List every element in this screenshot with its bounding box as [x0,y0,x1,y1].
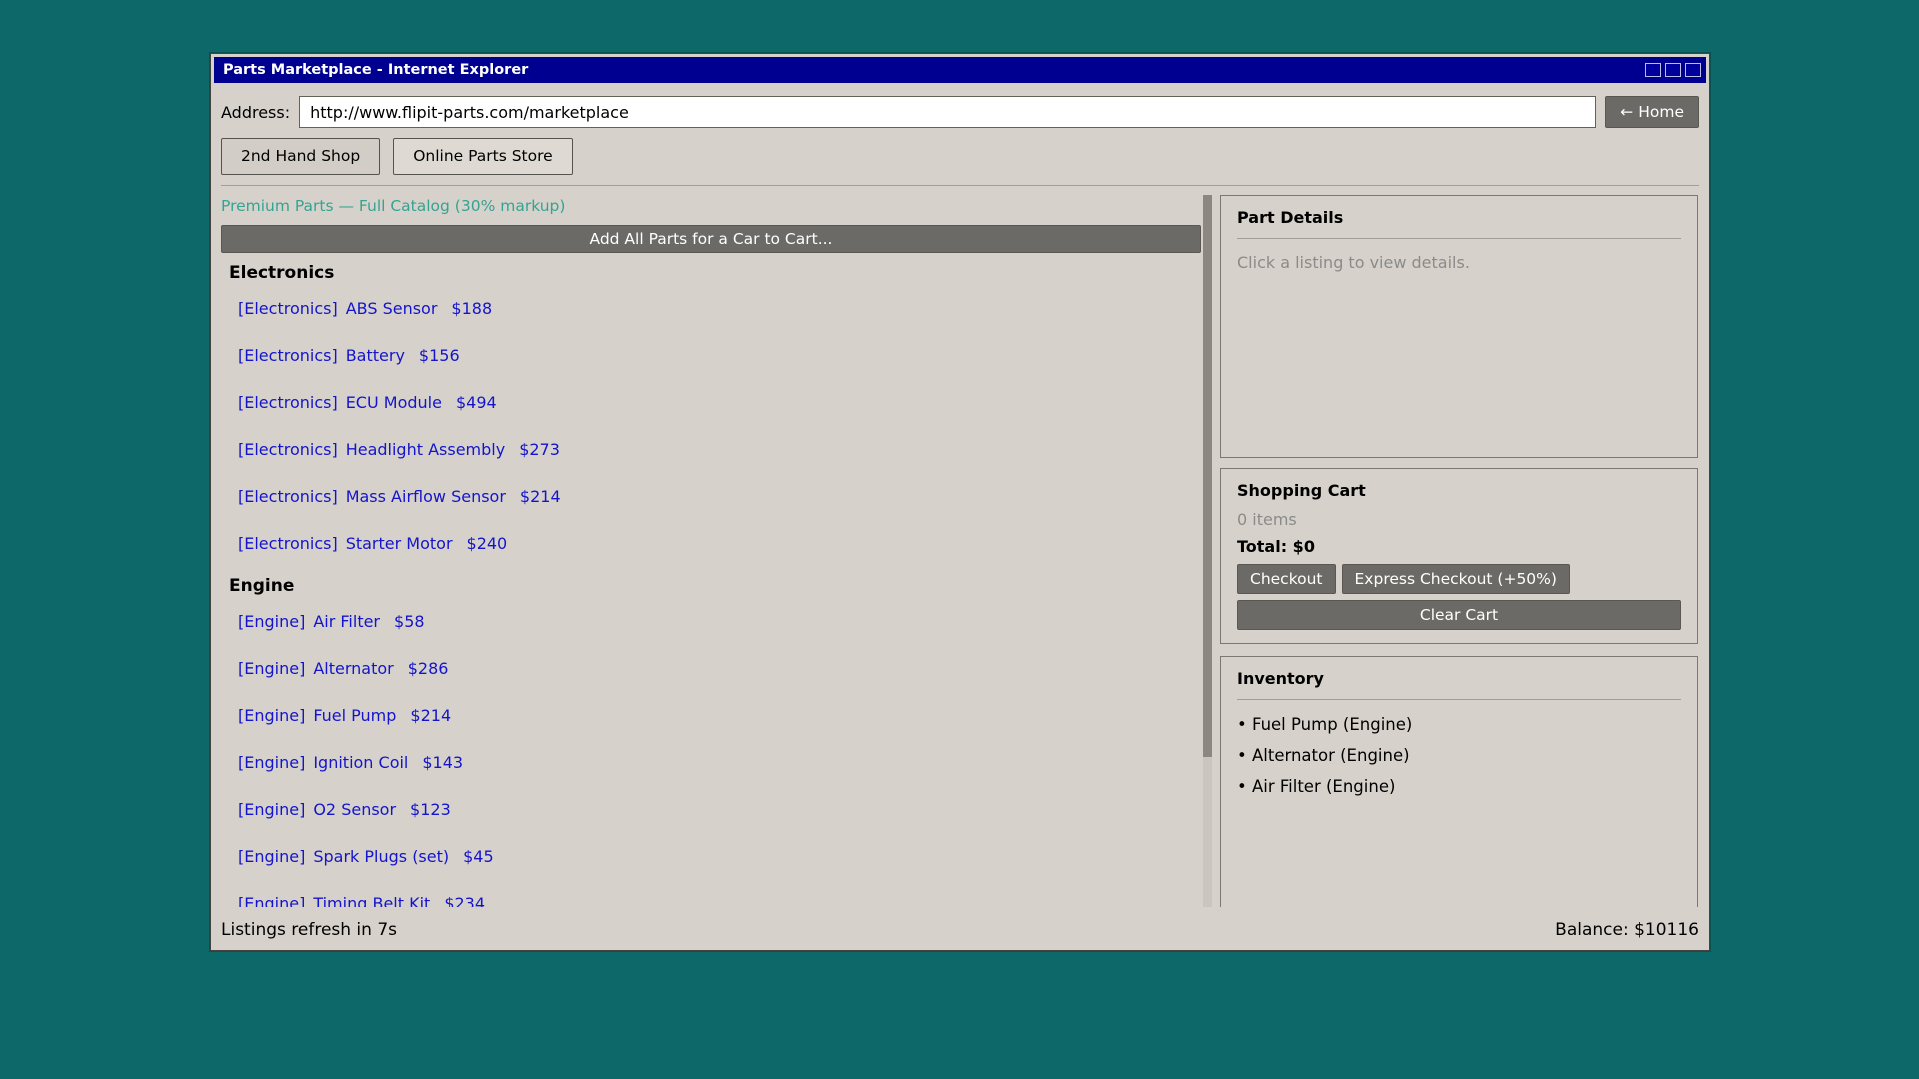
inventory-divider [1237,699,1681,700]
minimize-button[interactable] [1645,63,1661,77]
close-button[interactable] [1685,63,1701,77]
cart-buttons: Checkout Express Checkout (+50%) [1237,564,1681,594]
listing-name: Alternator [313,659,394,678]
listing-name: Fuel Pump [313,706,397,725]
listing-row[interactable]: [Engine] Spark Plugs (set) $45 [221,834,1201,881]
home-button[interactable]: ← Home [1605,96,1699,128]
listing-category: [Electronics] [238,487,338,506]
listing-row[interactable]: [Engine] Ignition Coil $143 [221,740,1201,787]
tab-online-parts-store[interactable]: Online Parts Store [393,138,573,175]
listing-price: $214 [410,706,452,725]
listing-category: [Engine] [238,800,306,819]
clear-cart-button[interactable]: Clear Cart [1237,600,1681,630]
listing-name: Headlight Assembly [345,440,506,459]
address-input[interactable] [299,96,1597,128]
listing-row[interactable]: [Engine] O2 Sensor $123 [221,787,1201,834]
inventory-title: Inventory [1237,669,1324,688]
listing-category: [Electronics] [238,393,338,412]
side-column: Part Details Click a listing to view det… [1220,195,1698,907]
listing-category: [Engine] [238,612,306,631]
catalog-header: Premium Parts — Full Catalog (30% markup… [221,197,566,215]
listing-price: $45 [463,847,494,866]
listing-row[interactable]: [Electronics] Starter Motor $240 [221,521,1201,568]
listing-name: O2 Sensor [313,800,397,819]
add-all-parts-button[interactable]: Add All Parts for a Car to Cart... [221,225,1201,253]
maximize-button[interactable] [1665,63,1681,77]
listing-price: $234 [444,894,486,907]
shopping-cart-panel: Shopping Cart 0 items Total: $0 Checkout… [1220,468,1698,644]
listing-row[interactable]: [Engine] Alternator $286 [221,646,1201,693]
listing-price: $188 [451,299,493,318]
address-label: Address: [221,102,291,122]
listing-category: [Engine] [238,894,306,907]
listing-name: Air Filter [313,612,381,631]
listing-price: $214 [519,487,561,506]
listing-name: Battery [345,346,405,365]
listing-name: Spark Plugs (set) [313,847,450,866]
listing-category: [Engine] [238,847,306,866]
listing-row[interactable]: [Electronics] ECU Module $494 [221,380,1201,427]
listing-category: [Electronics] [238,440,338,459]
listing-row[interactable]: [Electronics] Battery $156 [221,333,1201,380]
listings-area: Premium Parts — Full Catalog (30% markup… [221,195,1201,907]
listing-price: $286 [407,659,449,678]
tab-2nd-hand-shop[interactable]: 2nd Hand Shop [221,138,381,175]
window-title: Parts Marketplace - Internet Explorer [223,62,529,78]
listing-price: $123 [410,800,451,819]
inventory-item: • Fuel Pump (Engine) [1237,715,1413,734]
part-details-divider [1237,238,1681,239]
listing-price: $494 [455,393,497,412]
listings-scrollbar[interactable] [1203,195,1212,907]
part-details-placeholder: Click a listing to view details. [1237,253,1470,272]
listing-name: ABS Sensor [345,299,438,318]
listing-name: Starter Motor [345,534,453,553]
listing-price: $156 [418,346,460,365]
listing-price: $240 [466,534,508,553]
browser-window: Parts Marketplace - Internet Explorer Ad… [210,53,1710,951]
listing-category: [Engine] [238,706,306,725]
part-details-title: Part Details [1237,208,1344,227]
listing-name: Mass Airflow Sensor [345,487,506,506]
listing-category: [Electronics] [238,534,338,553]
listings-list: Electronics [Electronics] ABS Sensor $188 … [221,255,1201,907]
listing-row[interactable]: [Engine] Timing Belt Kit $234 [221,881,1201,907]
inventory-panel: Inventory • Fuel Pump (Engine) • Alterna… [1220,656,1698,907]
listing-category: [Engine] [238,753,306,772]
status-bar: Listings refresh in 7s Balance: $10116 [221,913,1699,947]
section-heading-engine: Engine [229,576,295,596]
window-controls [1645,63,1701,77]
listing-category: [Electronics] [238,346,338,365]
refresh-countdown: Listings refresh in 7s [221,920,398,940]
inventory-item: • Alternator (Engine) [1237,746,1410,765]
listing-category: [Engine] [238,659,306,678]
listing-row[interactable]: [Electronics] Headlight Assembly $273 [221,427,1201,474]
listing-price: $58 [394,612,425,631]
checkout-button[interactable]: Checkout [1237,564,1336,594]
cart-total: Total: $0 [1237,537,1315,556]
listing-category: [Electronics] [238,299,338,318]
listing-row[interactable]: [Electronics] Mass Airflow Sensor $214 [221,474,1201,521]
section-heading-electronics: Electronics [229,263,335,283]
main-content: Premium Parts — Full Catalog (30% markup… [221,195,1699,907]
inventory-item: • Air Filter (Engine) [1237,777,1396,796]
address-bar: Address: ← Home [221,96,1699,128]
part-details-panel: Part Details Click a listing to view det… [1220,195,1698,458]
shop-tabs: 2nd Hand Shop Online Parts Store [221,138,1699,175]
listing-row[interactable]: [Engine] Air Filter $58 [221,599,1201,646]
listing-name: Timing Belt Kit [313,894,431,907]
window-titlebar[interactable]: Parts Marketplace - Internet Explorer [214,57,1706,83]
listing-price: $143 [422,753,464,772]
cart-title: Shopping Cart [1237,481,1366,500]
express-checkout-button[interactable]: Express Checkout (+50%) [1341,564,1570,594]
listing-name: Ignition Coil [313,753,409,772]
separator-line [221,185,1699,186]
balance-label: Balance: $10116 [1555,920,1699,940]
scrollbar-thumb[interactable] [1203,195,1212,758]
cart-item-count: 0 items [1237,510,1297,529]
listing-price: $273 [519,440,560,459]
listing-row[interactable]: [Engine] Fuel Pump $214 [221,693,1201,740]
listing-row[interactable]: [Electronics] ABS Sensor $188 [221,286,1201,333]
listing-name: ECU Module [345,393,442,412]
